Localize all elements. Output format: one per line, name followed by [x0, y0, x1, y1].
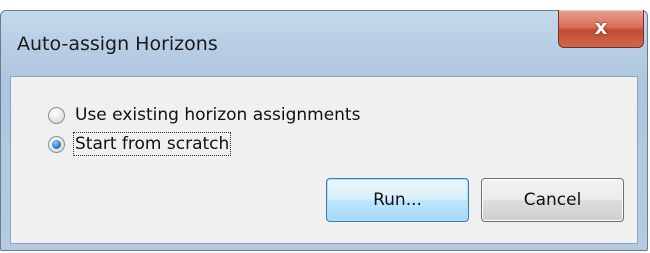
cancel-button[interactable]: Cancel — [481, 178, 624, 222]
close-icon: x — [594, 15, 608, 39]
radio-button-icon[interactable] — [48, 106, 65, 124]
option-label-start-from-scratch[interactable]: Start from scratch — [72, 132, 232, 156]
dialog-body: Use existing horizon assignments Start f… — [10, 76, 638, 244]
title-bar[interactable]: Auto-assign Horizons x — [1, 10, 647, 77]
dialog-window: Auto-assign Horizons x Use existing hori… — [0, 10, 648, 251]
radio-button-icon[interactable] — [48, 135, 65, 153]
option-label-use-existing[interactable]: Use existing horizon assignments — [75, 105, 360, 125]
close-button[interactable]: x — [558, 10, 644, 48]
run-button[interactable]: Run... — [326, 178, 469, 222]
dialog-title: Auto-assign Horizons — [17, 33, 218, 55]
option-start-from-scratch[interactable]: Start from scratch — [48, 131, 232, 157]
option-use-existing[interactable]: Use existing horizon assignments — [48, 102, 360, 128]
